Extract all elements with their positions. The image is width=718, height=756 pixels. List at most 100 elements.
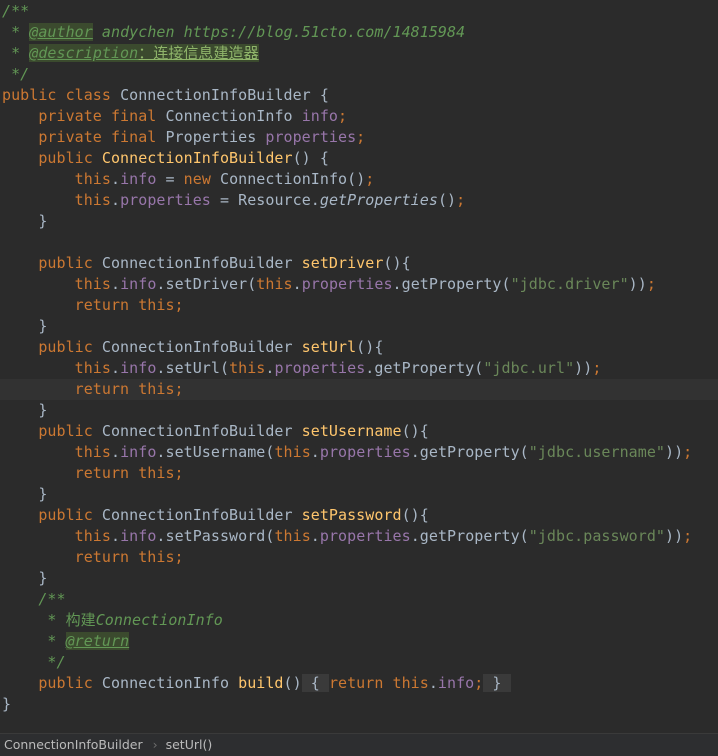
- code-token: private final: [2, 128, 166, 146]
- code-token: .getProperty(: [410, 443, 529, 461]
- code-line[interactable]: }: [0, 694, 718, 715]
- code-token: }: [2, 212, 48, 230]
- code-line[interactable]: private final ConnectionInfo info;: [0, 106, 718, 127]
- code-line[interactable]: public ConnectionInfoBuilder setUsername…: [0, 421, 718, 442]
- code-line[interactable]: }: [0, 211, 718, 232]
- code-token: ;: [356, 128, 366, 146]
- code-token: /**: [2, 590, 66, 608]
- code-token: }: [2, 485, 48, 503]
- code-token: ConnectionInfo: [101, 674, 239, 692]
- code-token: ConnectionInfo(): [219, 170, 366, 188]
- code-token: "jdbc.password": [528, 527, 665, 545]
- code-token: ;: [174, 464, 184, 482]
- code-token: .getProperty(: [365, 359, 484, 377]
- code-line[interactable]: */: [0, 652, 718, 673]
- code-token: .: [292, 275, 302, 293]
- code-line[interactable]: * @return: [0, 631, 718, 652]
- code-token: ;: [683, 443, 693, 461]
- code-line[interactable]: }: [0, 568, 718, 589]
- code-token: }: [2, 317, 48, 335]
- code-token: .: [310, 443, 320, 461]
- code-line[interactable]: return this;: [0, 463, 718, 484]
- code-line[interactable]: this.properties = Resource.getProperties…: [0, 190, 718, 211]
- code-token: return this: [2, 464, 175, 482]
- code-line[interactable]: public ConnectionInfo build() { return t…: [0, 673, 718, 694]
- code-token: info: [120, 527, 157, 545]
- code-token: info: [301, 107, 339, 125]
- code-token: setUrl: [301, 338, 357, 356]
- code-token: /**: [2, 2, 30, 20]
- code-token: getProperties: [319, 191, 438, 209]
- code-token: this: [274, 443, 311, 461]
- code-line[interactable]: * @author andychen https://blog.51cto.co…: [0, 22, 718, 43]
- code-line[interactable]: return this;: [0, 547, 718, 568]
- code-token: (){: [383, 254, 411, 272]
- code-line[interactable]: /**: [0, 589, 718, 610]
- code-token: properties: [265, 128, 357, 146]
- code-line[interactable]: this.info.setUrl(this.properties.getProp…: [0, 358, 718, 379]
- code-line[interactable]: this.info.setUsername(this.properties.ge…: [0, 442, 718, 463]
- code-token: return this: [2, 548, 175, 566]
- code-line[interactable]: public ConnectionInfoBuilder() {: [0, 148, 718, 169]
- code-line[interactable]: public ConnectionInfoBuilder setDriver()…: [0, 253, 718, 274]
- code-token: ConnectionInfo: [95, 611, 223, 629]
- code-token: public class: [2, 86, 121, 104]
- code-token: )): [574, 359, 593, 377]
- code-token: public: [2, 254, 102, 272]
- code-line[interactable]: */: [0, 64, 718, 85]
- code-token: ;: [456, 191, 466, 209]
- code-token: info: [120, 359, 157, 377]
- code-token: *: [2, 632, 66, 650]
- code-token: }: [2, 695, 12, 713]
- code-token: = Resource.: [210, 191, 320, 209]
- code-token: info: [120, 170, 157, 188]
- code-line[interactable]: this.info.setDriver(this.properties.getP…: [0, 274, 718, 295]
- code-token: )): [628, 275, 647, 293]
- code-token: info: [120, 443, 157, 461]
- code-line[interactable]: }: [0, 316, 718, 337]
- code-token: @author: [29, 23, 93, 41]
- code-token: (): [437, 191, 457, 209]
- code-token: .setPassword(: [156, 527, 275, 545]
- code-line[interactable]: [0, 232, 718, 253]
- code-line[interactable]: * @description：连接信息建造器: [0, 43, 718, 64]
- code-token: andychen https://blog.51cto.com/14815984: [92, 23, 466, 41]
- code-line[interactable]: private final Properties properties;: [0, 127, 718, 148]
- code-line[interactable]: }: [0, 484, 718, 505]
- code-token: */: [2, 65, 30, 83]
- code-token: .: [110, 170, 121, 188]
- code-token: {: [301, 674, 329, 692]
- breadcrumb-separator-icon: ›: [152, 737, 158, 752]
- code-token: }: [2, 569, 48, 587]
- code-line[interactable]: /**: [0, 1, 718, 22]
- code-token: )): [664, 527, 684, 545]
- code-line[interactable]: this.info = new ConnectionInfo();: [0, 169, 718, 190]
- code-editor[interactable]: /** * @author andychen https://blog.51ct…: [0, 1, 718, 731]
- code-line[interactable]: public ConnectionInfoBuilder setUrl(){: [0, 337, 718, 358]
- code-token: public: [2, 338, 102, 356]
- code-token: (){: [401, 506, 429, 524]
- breadcrumb-method[interactable]: setUrl(): [166, 734, 213, 756]
- code-token: @return: [65, 632, 130, 650]
- code-line[interactable]: }: [0, 400, 718, 421]
- code-token: info: [120, 275, 157, 293]
- breadcrumb-class[interactable]: ConnectionInfoBuilder: [4, 734, 143, 756]
- code-line[interactable]: return this;: [0, 295, 718, 316]
- code-line[interactable]: return this;: [0, 379, 718, 400]
- code-token: ：连接信息建造器: [138, 44, 259, 62]
- code-line[interactable]: public ConnectionInfoBuilder setPassword…: [0, 505, 718, 526]
- code-line[interactable]: * 构建ConnectionInfo: [0, 610, 718, 631]
- code-token: .: [428, 674, 438, 692]
- code-token: )): [664, 443, 684, 461]
- code-token: *: [2, 44, 30, 62]
- code-token: (){: [356, 338, 384, 356]
- code-token: properties: [120, 191, 211, 209]
- code-token: */: [2, 653, 66, 671]
- code-line[interactable]: public class ConnectionInfoBuilder {: [0, 85, 718, 106]
- code-token: }: [483, 674, 511, 692]
- code-token: "jdbc.driver": [510, 275, 629, 293]
- code-token: .: [110, 275, 121, 293]
- code-line[interactable]: this.info.setPassword(this.properties.ge…: [0, 526, 718, 547]
- code-token: this: [2, 359, 111, 377]
- code-token: this: [2, 275, 111, 293]
